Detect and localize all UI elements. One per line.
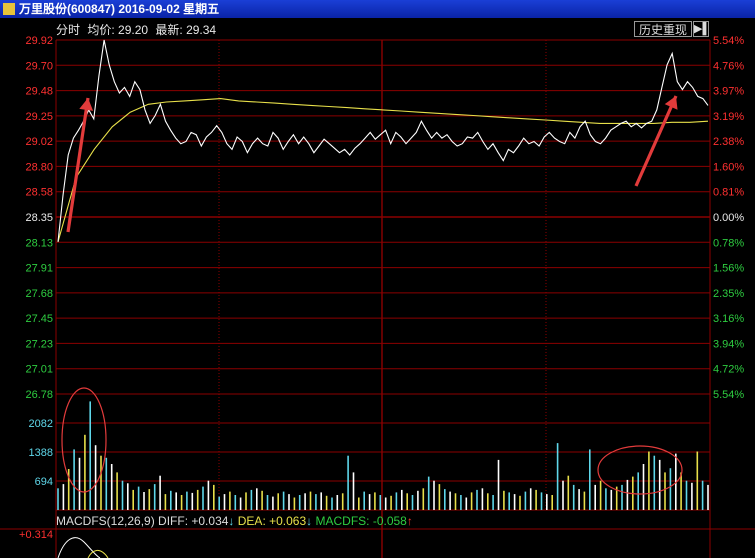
fenshi-label: 分时 bbox=[56, 23, 81, 37]
price-tick-label: 27.68 bbox=[25, 288, 53, 300]
pct-tick-label: 1.56% bbox=[713, 263, 744, 275]
history-replay-button[interactable]: 历史重现 bbox=[634, 21, 692, 37]
pct-tick-label: 3.97% bbox=[713, 86, 744, 98]
price-tick-label: 28.58 bbox=[25, 187, 53, 199]
pct-tick-label: 0.00% bbox=[713, 212, 744, 224]
macd-dea: DEA: +0.063 bbox=[237, 514, 307, 528]
up-arrow-icon: ↑ bbox=[406, 514, 413, 528]
annotation-arrow bbox=[66, 97, 90, 233]
price-tick-label: 27.91 bbox=[25, 263, 53, 275]
latest-price-text: 最新: 29.34 bbox=[155, 23, 217, 37]
macd-diff: DIFF: +0.034 bbox=[158, 514, 229, 528]
pct-tick-label: 0.78% bbox=[713, 237, 744, 249]
pct-tick-label: 5.54% bbox=[713, 389, 744, 401]
annotation-circle bbox=[61, 387, 107, 493]
pct-tick-label: 3.94% bbox=[713, 338, 744, 350]
stock-intraday-window: { "titlebar": {"text": "万里股份(600847) 201… bbox=[0, 0, 755, 558]
price-info-row: 分时 均价: 29.20 最新: 29.34 bbox=[56, 21, 220, 38]
pct-tick-label: 0.81% bbox=[713, 187, 744, 199]
price-tick-label: 29.02 bbox=[25, 136, 53, 148]
price-tick-label: 27.01 bbox=[25, 364, 53, 376]
price-tick-label: 29.48 bbox=[25, 86, 53, 98]
price-tick-label: 29.25 bbox=[25, 111, 53, 123]
price-tick-label: 29.70 bbox=[25, 60, 53, 72]
arrow-right-icon[interactable]: ▶▌ bbox=[693, 21, 710, 37]
macd-label: MACDFS(12,26,9) bbox=[56, 514, 155, 528]
price-tick-label: 27.23 bbox=[25, 338, 53, 350]
pct-tick-label: 2.35% bbox=[713, 288, 744, 300]
price-tick-label: 28.13 bbox=[25, 237, 53, 249]
pct-tick-label: 3.16% bbox=[713, 313, 744, 325]
pct-tick-label: 1.60% bbox=[713, 161, 744, 173]
avg-price-line bbox=[57, 98, 709, 242]
intraday-chart[interactable]: 29.92 5.54% 29.70 4.76% 29.48 3.97% 29.25 3.19%… bbox=[0, 0, 755, 558]
macd-info-row: MACDFS(12,26,9) DIFF: +0.034↓ DEA: +0.06… bbox=[56, 514, 413, 528]
avg-price-text: 均价: 29.20 bbox=[87, 23, 149, 37]
price-tick-label: 27.45 bbox=[25, 313, 53, 325]
macd-tick-label: +0.314 bbox=[19, 529, 53, 541]
price-tick-label: 26.78 bbox=[25, 389, 53, 401]
macd-diff-line bbox=[57, 537, 101, 558]
down-arrow-icon: ↓ bbox=[228, 514, 235, 528]
pct-tick-label: 2.38% bbox=[713, 136, 744, 148]
pct-tick-label: 3.19% bbox=[713, 111, 744, 123]
down-arrow-icon: ↓ bbox=[306, 514, 313, 528]
macd-macdfs: MACDFS: -0.058 bbox=[315, 514, 407, 528]
pct-tick-label: 4.76% bbox=[713, 60, 744, 72]
volume-tick-label: 2082 bbox=[29, 418, 53, 430]
volume-tick-label: 694 bbox=[35, 476, 53, 488]
price-tick-label: 28.80 bbox=[25, 161, 53, 173]
annotation-circle bbox=[597, 445, 683, 495]
volume-tick-label: 1388 bbox=[29, 447, 53, 459]
price-tick-label: 29.92 bbox=[25, 35, 53, 47]
price-tick-label: 28.35 bbox=[25, 212, 53, 224]
pct-tick-label: 4.72% bbox=[713, 364, 744, 376]
pct-tick-label: 5.54% bbox=[713, 35, 744, 47]
